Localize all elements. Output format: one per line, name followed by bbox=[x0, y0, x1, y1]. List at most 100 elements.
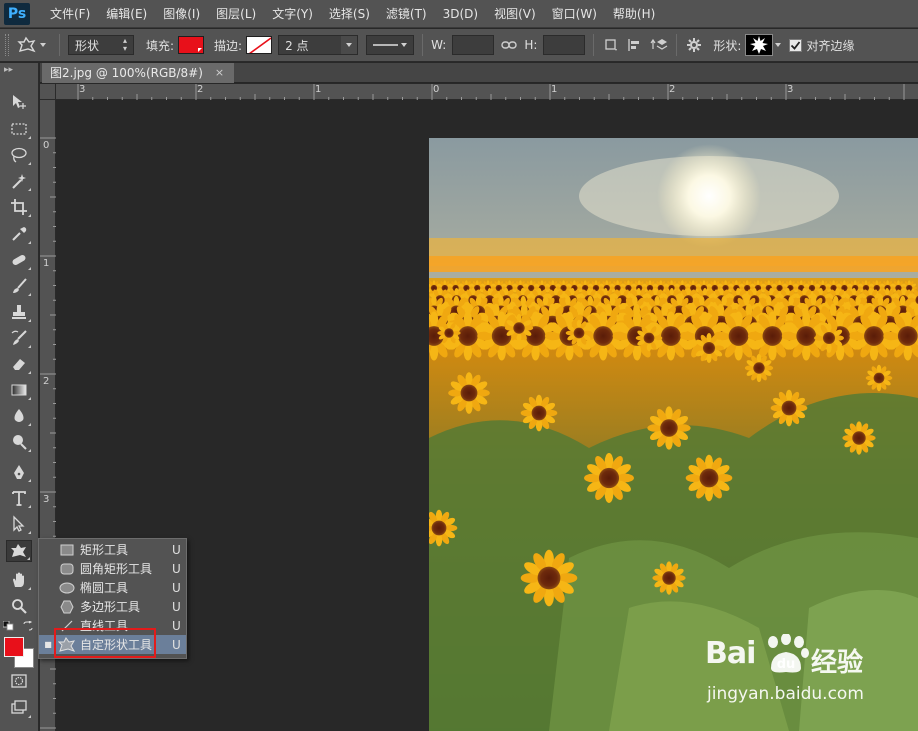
gear-icon[interactable] bbox=[685, 36, 703, 54]
ruler-label: 2 bbox=[43, 376, 50, 387]
solid-line-icon bbox=[373, 44, 399, 46]
link-icon[interactable] bbox=[500, 36, 518, 54]
height-label: H: bbox=[524, 38, 538, 52]
fill-color-swatch[interactable] bbox=[178, 36, 205, 54]
document-tab-strip: 图2.jpg @ 100%(RGB/8#) × bbox=[40, 63, 918, 83]
align-edges-label: 对齐边缘 bbox=[806, 38, 855, 53]
move-tool[interactable] bbox=[6, 91, 32, 113]
marquee-tool[interactable] bbox=[6, 118, 32, 140]
eraser-icon bbox=[13, 359, 25, 370]
screen-mode-button[interactable] bbox=[6, 697, 32, 719]
document-tab[interactable]: 图2.jpg @ 100%(RGB/8#) × bbox=[42, 63, 235, 83]
custom-shape-icon bbox=[11, 544, 26, 557]
type-tool[interactable] bbox=[6, 487, 32, 509]
annotation-highlight-box bbox=[54, 628, 156, 658]
mode-select[interactable]: 形状 ▴ ▾ bbox=[68, 35, 134, 55]
menu-edit[interactable]: 编辑(E) bbox=[98, 0, 155, 28]
pen-tool[interactable] bbox=[6, 461, 32, 483]
lasso-tool[interactable] bbox=[6, 144, 32, 166]
menu-image[interactable]: 图像(I) bbox=[155, 0, 208, 28]
custom-shape-tool[interactable] bbox=[6, 540, 32, 562]
blur-tool[interactable] bbox=[6, 405, 32, 427]
stroke-width-select[interactable]: 2 点 bbox=[278, 35, 359, 55]
history-brush-tool[interactable] bbox=[6, 327, 32, 349]
move-icon bbox=[13, 95, 26, 109]
swap-colors-icon[interactable] bbox=[22, 620, 34, 631]
ruler-origin[interactable] bbox=[40, 84, 56, 100]
double-chevron-icon[interactable]: ▸▸ bbox=[4, 65, 13, 75]
stamp-icon bbox=[12, 305, 26, 319]
fill-label: 填充: bbox=[146, 38, 175, 53]
stroke-color-swatch[interactable] bbox=[246, 36, 273, 54]
width-field[interactable] bbox=[452, 35, 495, 55]
svg-text:du: du bbox=[777, 657, 796, 672]
menu-window[interactable]: 窗口(W) bbox=[544, 0, 605, 28]
rounded-rectangle-icon bbox=[57, 561, 77, 577]
menu-filter[interactable]: 滤镜(T) bbox=[378, 0, 435, 28]
eyedropper-icon bbox=[12, 227, 27, 241]
menu-bar: Ps 文件(F) 编辑(E) 图像(I) 图层(L) 文字(Y) 选择(S) 滤… bbox=[0, 0, 918, 28]
menu-help[interactable]: 帮助(H) bbox=[605, 0, 663, 28]
mode-select-value: 形状 bbox=[75, 38, 100, 53]
polygon-tool-item[interactable]: 多边形工具 U bbox=[39, 597, 186, 616]
ruler-label: 3 bbox=[79, 84, 86, 95]
dodge-icon bbox=[13, 435, 27, 450]
lasso-icon bbox=[11, 147, 27, 163]
shape-picker[interactable] bbox=[745, 34, 774, 56]
width-label: W: bbox=[431, 38, 447, 52]
magic-wand-tool[interactable] bbox=[6, 170, 32, 192]
rectangle-icon bbox=[57, 542, 77, 558]
chevron-down-icon bbox=[40, 43, 46, 47]
close-icon[interactable]: × bbox=[215, 63, 224, 83]
rounded-rectangle-tool-item[interactable]: 圆角矩形工具 U bbox=[39, 559, 186, 578]
eraser-tool[interactable] bbox=[6, 353, 32, 375]
options-grip[interactable] bbox=[5, 34, 9, 56]
menu-file[interactable]: 文件(F) bbox=[42, 0, 98, 28]
hand-tool[interactable] bbox=[6, 569, 32, 591]
baidu-jingyan-watermark: Bai du 经验 jingyan.baidu.com bbox=[705, 632, 905, 712]
path-alignment-icon[interactable] bbox=[626, 36, 644, 54]
stroke-type-select[interactable] bbox=[366, 35, 415, 55]
ruler-label: 3 bbox=[43, 494, 50, 505]
divider bbox=[593, 34, 595, 56]
brush-tool[interactable] bbox=[6, 275, 32, 297]
menu-view[interactable]: 视图(V) bbox=[486, 0, 544, 28]
ruler-label: 1 bbox=[315, 84, 322, 95]
ruler-label: 1 bbox=[551, 84, 558, 95]
default-colors-icon[interactable] bbox=[2, 620, 15, 631]
gradient-tool[interactable] bbox=[6, 379, 32, 401]
quick-mask-button[interactable] bbox=[6, 670, 32, 692]
document-tab-title: 图2.jpg @ 100%(RGB/8#) bbox=[50, 66, 203, 80]
tool-preset-picker[interactable] bbox=[17, 34, 51, 56]
menu-3d[interactable]: 3D(D) bbox=[435, 0, 486, 28]
zoom-tool[interactable] bbox=[6, 595, 32, 617]
eyedropper-tool[interactable] bbox=[6, 223, 32, 245]
menu-select[interactable]: 选择(S) bbox=[321, 0, 378, 28]
horizontal-ruler: 3 2 1 0 1 2 3 bbox=[40, 84, 918, 100]
path-selection-tool[interactable] bbox=[6, 513, 32, 535]
ellipse-tool-item[interactable]: 椭圆工具 U bbox=[39, 578, 186, 597]
align-edges-checkbox[interactable] bbox=[789, 38, 803, 52]
menu-layer[interactable]: 图层(L) bbox=[208, 0, 264, 28]
direct-select-arrow-icon bbox=[13, 515, 25, 532]
menu-type[interactable]: 文字(Y) bbox=[264, 0, 321, 28]
clone-stamp-tool[interactable] bbox=[6, 301, 32, 323]
rectangle-tool-item[interactable]: 矩形工具 U bbox=[39, 540, 186, 559]
chevron-down-icon[interactable] bbox=[775, 43, 782, 47]
path-arrangement-icon[interactable] bbox=[650, 36, 668, 54]
no-color-slash-icon bbox=[249, 37, 272, 53]
crop-tool[interactable] bbox=[6, 196, 32, 218]
height-field[interactable] bbox=[543, 35, 586, 55]
watermark-jingyan: 经验 bbox=[811, 648, 864, 678]
dodge-tool[interactable] bbox=[6, 431, 32, 453]
polygon-icon bbox=[57, 599, 77, 615]
healing-brush-tool[interactable] bbox=[6, 249, 32, 271]
ruler-label: 3 bbox=[787, 84, 794, 95]
chevron-down-icon bbox=[401, 43, 408, 47]
ruler-label: 0 bbox=[433, 84, 440, 95]
screen-mode-icon bbox=[11, 700, 27, 714]
ruler-label: 1 bbox=[43, 258, 50, 269]
brush-icon bbox=[13, 278, 27, 293]
path-operations-icon[interactable] bbox=[602, 36, 620, 54]
foreground-color-swatch[interactable] bbox=[4, 637, 24, 657]
